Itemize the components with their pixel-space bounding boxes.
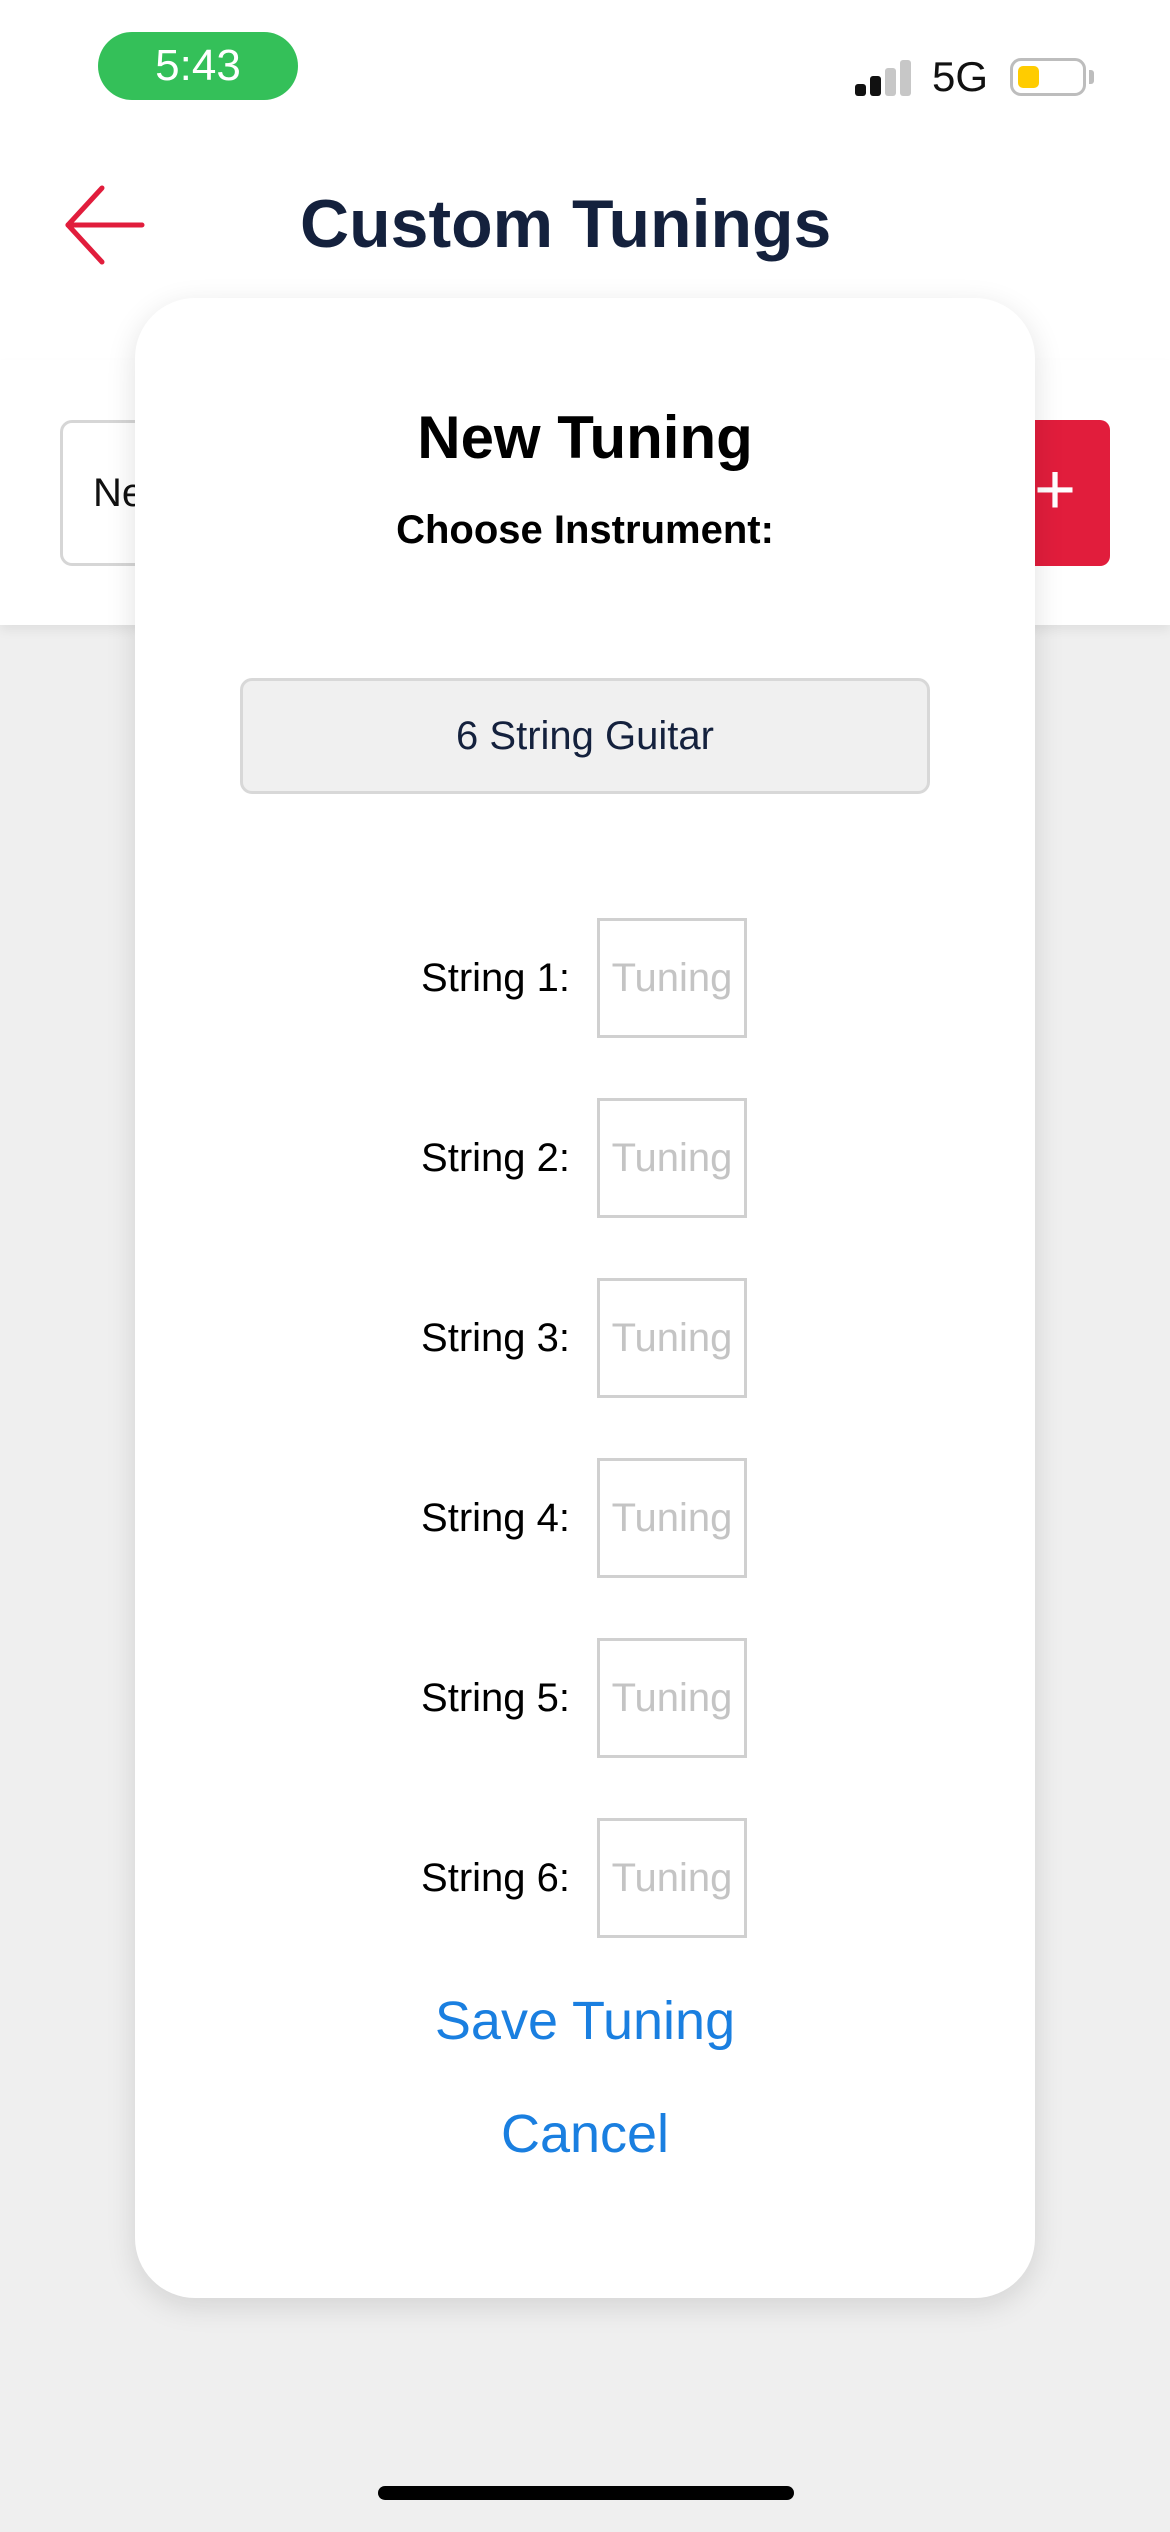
page-title: Custom Tunings — [300, 186, 832, 262]
string-label: String 2: — [421, 1136, 570, 1180]
string-tuning-input[interactable] — [597, 918, 747, 1038]
status-bar: 5:43 5G — [0, 0, 1170, 140]
string-label: String 5: — [421, 1676, 570, 1720]
string-label: String 6: — [421, 1856, 570, 1900]
modal-title: New Tuning — [417, 404, 753, 471]
string-tuning-input[interactable] — [597, 1458, 747, 1578]
string-tuning-input[interactable] — [597, 1638, 747, 1758]
string-row: String 3: — [135, 1278, 1035, 1398]
battery-tip — [1089, 70, 1094, 84]
string-tuning-input[interactable] — [597, 1278, 747, 1398]
network-type: 5G — [932, 53, 989, 100]
string-row: String 4: — [135, 1458, 1035, 1578]
new-tuning-modal: New Tuning Choose Instrument: 6 String G… — [135, 298, 1035, 2298]
home-indicator — [378, 2486, 794, 2500]
string-label: String 1: — [421, 956, 570, 1000]
string-label: String 3: — [421, 1316, 570, 1360]
screen: 5:43 5G Custom Tunings Ne + New Tuning C… — [0, 0, 1170, 2532]
modal-subtitle: Choose Instrument: — [396, 508, 774, 552]
string-label: String 4: — [421, 1496, 570, 1540]
string-tuning-input[interactable] — [597, 1818, 747, 1938]
cancel-button[interactable]: Cancel — [135, 2103, 1035, 2165]
status-time: 5:43 — [98, 32, 298, 100]
string-row: String 2: — [135, 1098, 1035, 1218]
back-button[interactable] — [60, 180, 150, 270]
arrow-left-icon — [65, 185, 145, 265]
instrument-select[interactable]: 6 String Guitar — [240, 678, 930, 794]
battery-icon — [1010, 58, 1086, 96]
string-row: String 1: — [135, 918, 1035, 1038]
string-tuning-input[interactable] — [597, 1098, 747, 1218]
string-row: String 6: — [135, 1818, 1035, 1938]
string-row: String 5: — [135, 1638, 1035, 1758]
cellular-signal-icon — [855, 58, 915, 96]
battery-level-fill — [1018, 66, 1039, 88]
save-tuning-button[interactable]: Save Tuning — [135, 1990, 1035, 2052]
